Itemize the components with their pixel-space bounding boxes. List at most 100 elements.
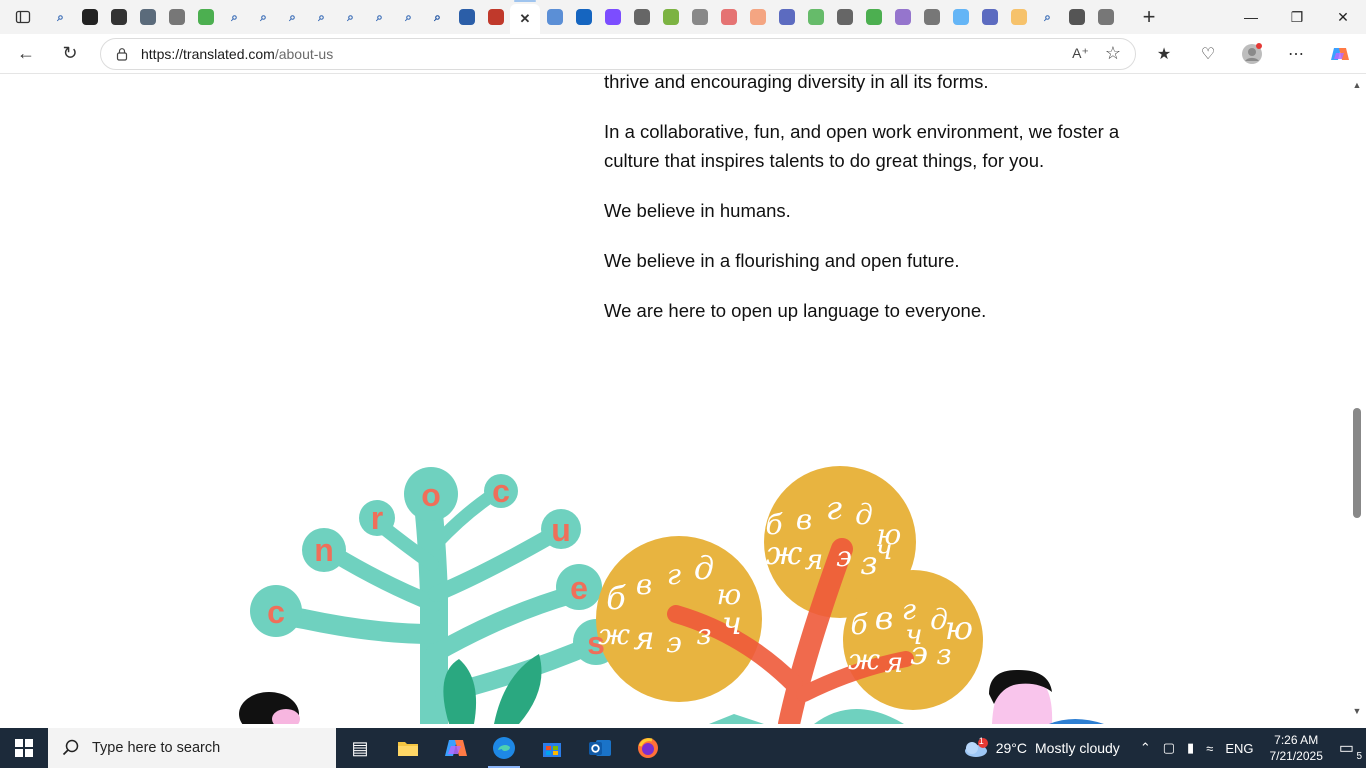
browser-tab[interactable] [75,0,104,34]
browser-tab[interactable] [975,0,1004,34]
browser-tab[interactable]: ⌕ [336,0,365,34]
browser-tab[interactable] [452,0,481,34]
meet-now-icon[interactable]: ▢ [1157,740,1181,756]
browser-tab[interactable]: ⌕ [278,0,307,34]
browser-tab[interactable] [917,0,946,34]
language-indicator[interactable]: ENG [1219,741,1259,756]
browser-tab[interactable]: ⌕ [220,0,249,34]
outlook-icon [589,740,611,756]
browser-tab[interactable]: ⌕ [365,0,394,34]
browser-tab[interactable] [162,0,191,34]
scroll-down-arrow[interactable]: ▼ [1351,706,1363,718]
tree-letter: o [421,477,441,513]
dots-icon [749,9,766,25]
notification-icon: ▭ [1338,740,1354,757]
tab-active-close[interactable]: ✕ [510,0,540,34]
browser-tab[interactable] [1004,0,1033,34]
lock-icon[interactable] [115,47,129,61]
about-paragraph: We believe in humans. [604,200,791,221]
browser-tab[interactable] [656,0,685,34]
browser-tab[interactable]: ⌕ [307,0,336,34]
taskbar-search[interactable]: Type here to search [48,728,336,768]
browser-tab[interactable] [859,0,888,34]
browser-tab[interactable] [772,0,801,34]
search-icon: ⌕ [376,9,383,24]
url-path: /about-us [274,45,334,62]
refresh-button[interactable]: ↻ [52,36,88,72]
file-explorer-button[interactable] [384,728,432,768]
start-button[interactable] [0,728,48,768]
tab-actions-icon [15,10,31,24]
page-scrollbar[interactable]: ▲ ▼ [1348,74,1366,724]
read-aloud-icon[interactable]: A⁺ [1072,45,1089,62]
browser-tab[interactable] [1091,0,1120,34]
task-view-button[interactable]: ▤ [336,728,384,768]
refresh-icon: ↻ [62,43,78,63]
search-icon: ⌕ [318,9,325,24]
browser-tab[interactable]: ⌕ [423,0,452,34]
new-tab-button[interactable]: + [1126,0,1172,34]
favorites-button[interactable]: ★ [1146,36,1182,72]
leaf-icon [865,9,882,25]
browser-tab[interactable] [801,0,830,34]
browser-tab[interactable] [743,0,772,34]
browser-tab[interactable]: ⌕ [249,0,278,34]
browser-tab[interactable] [1062,0,1091,34]
browser-tab[interactable]: ⌕ [1033,0,1062,34]
search-icon: ⌕ [231,9,238,24]
clock[interactable]: 7:26 AM 7/21/2025 [1259,732,1332,764]
cyrillic-glyph: я [885,646,904,679]
browser-tab[interactable] [133,0,162,34]
bing-icon [110,9,127,25]
tab-actions-button[interactable] [0,0,46,34]
c-icon [662,9,679,25]
weather-widget[interactable]: 1 29°C Mostly cloudy [948,736,1134,758]
browser-tab[interactable]: ⌕ [394,0,423,34]
cyrillic-glyph: ч [905,618,922,651]
back-button[interactable]: ← [8,36,44,72]
browser-tab[interactable] [714,0,743,34]
tree-letter: c [267,594,285,630]
globe-icon [1097,9,1114,25]
battery-icon[interactable]: ▮ [1181,740,1200,756]
browser-essentials-icon: ♡ [1200,45,1216,63]
browser-tab[interactable] [191,0,220,34]
cyrillic-glyph: б [606,579,626,617]
temperature: 29°C [995,740,1027,756]
browser-tab[interactable] [830,0,859,34]
browser-tab[interactable]: ⌕ [46,0,75,34]
browser-tab[interactable] [598,0,627,34]
show-hidden-icons-icon[interactable]: ⌃ [1134,740,1157,756]
firefox-taskbar-button[interactable] [624,728,672,768]
outlook-taskbar-button[interactable] [576,728,624,768]
spiral-icon [923,9,940,25]
browser-tab[interactable] [569,0,598,34]
browser-tab[interactable] [627,0,656,34]
minimize-button[interactable]: — [1228,0,1274,34]
restore-icon: ❐ [1290,8,1304,25]
notification-button[interactable]: ▭ 5 [1333,738,1366,762]
wifi-icon[interactable]: ≈ [1200,741,1219,756]
favorite-star-icon[interactable]: ☆ [1105,43,1121,64]
browser-tab[interactable] [481,0,510,34]
profile-button[interactable] [1234,36,1270,72]
browser-tab[interactable] [888,0,917,34]
edge-taskbar-button[interactable] [480,728,528,768]
scroll-thumb[interactable] [1353,408,1361,518]
browser-tab[interactable] [104,0,133,34]
maximize-button[interactable]: ❐ [1274,0,1320,34]
extensions-button[interactable]: ♡ [1190,36,1226,72]
cyrillic-glyph: з [696,618,711,651]
scroll-up-arrow[interactable]: ▲ [1351,80,1363,92]
copilot-button[interactable] [1322,36,1358,72]
address-bar[interactable]: https://translated.com/about-us A⁺ ☆ [100,37,1136,70]
store-icon [543,743,561,757]
browser-tab[interactable] [946,0,975,34]
copilot-taskbar-button[interactable] [432,728,480,768]
store-taskbar-button[interactable] [528,728,576,768]
close-window-button[interactable]: ✕ [1320,0,1366,34]
settings-more-button[interactable]: ⋯ [1278,36,1314,72]
page-viewport: бвгдюжяэзчбвгдюжяэзчбвгдюжяэзч cnrocues … [4,74,1348,724]
browser-tab[interactable] [685,0,714,34]
browser-tab[interactable] [540,0,569,34]
